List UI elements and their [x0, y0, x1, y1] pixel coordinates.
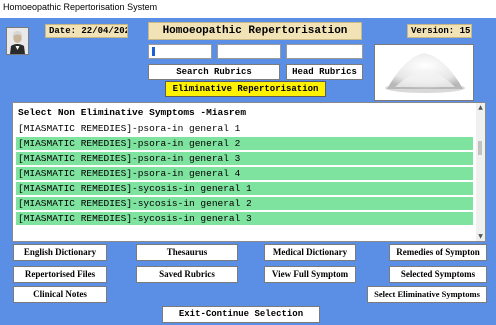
title-bar: Homoeopathic Repertorisation System	[0, 0, 496, 18]
text-cursor	[152, 47, 155, 56]
english-dictionary-button[interactable]: English Dictionary	[13, 244, 107, 261]
window-title: Homoeopathic Repertorisation System	[3, 2, 158, 12]
search-rubrics-button[interactable]: Search Rubrics	[148, 64, 280, 80]
select-eliminative-symptoms-button[interactable]: Select Eliminative Symptoms	[367, 286, 487, 303]
date-label: Date: 22/04/2025	[45, 24, 128, 38]
list-header: Select Non Eliminative Symptoms -Miasrem	[18, 107, 247, 118]
version-label: Version: 15	[407, 24, 472, 38]
rubric-search-input[interactable]	[148, 44, 212, 59]
symptom-list[interactable]: Select Non Eliminative Symptoms -Miasrem…	[12, 102, 486, 242]
selected-symptoms-button[interactable]: Selected Symptoms	[389, 266, 487, 283]
scroll-down-icon[interactable]: ▼	[476, 232, 485, 241]
medical-dictionary-button[interactable]: Medical Dictionary	[264, 244, 356, 261]
app-window: Homoeopathic Repertorisation System Date…	[0, 0, 496, 325]
list-item[interactable]: [MIASMATIC REMEDIES]-sycosis-in general …	[16, 197, 473, 210]
scroll-thumb[interactable]	[478, 141, 482, 155]
medicine-powder-image	[374, 44, 474, 101]
clinical-notes-button[interactable]: Clinical Notes	[13, 286, 107, 303]
head-rubrics-button[interactable]: Head Rubrics	[286, 64, 363, 80]
saved-rubrics-button[interactable]: Saved Rubrics	[136, 266, 238, 283]
list-item[interactable]: [MIASMATIC REMEDIES]-sycosis-in general …	[16, 212, 473, 225]
list-item[interactable]: [MIASMATIC REMEDIES]-psora-in general 4	[16, 167, 473, 180]
repertorised-files-button[interactable]: Repertorised Files	[13, 266, 107, 283]
thesaurus-button[interactable]: Thesaurus	[136, 244, 238, 261]
remedies-of-sympton-button[interactable]: Remedies of Sympton	[389, 244, 487, 261]
hahnemann-portrait-image	[6, 27, 29, 55]
exit-continue-selection-button[interactable]: Exit-Continue Selection	[162, 306, 320, 323]
scroll-up-icon[interactable]: ▲	[476, 103, 485, 112]
main-panel: Date: 22/04/2025 Homoeopathic Repertoris…	[0, 18, 496, 325]
view-full-symptom-button[interactable]: View Full Symptom	[264, 266, 356, 283]
eliminative-repertorisation-button[interactable]: Eliminative Repertorisation	[165, 81, 326, 97]
list-item[interactable]: [MIASMATIC REMEDIES]-psora-in general 1	[16, 122, 473, 135]
list-item[interactable]: [MIASMATIC REMEDIES]-psora-in general 3	[16, 152, 473, 165]
list-scrollbar[interactable]: ▲ ▼	[476, 103, 485, 241]
list-item[interactable]: [MIASMATIC REMEDIES]-sycosis-in general …	[16, 182, 473, 195]
app-title: Homoeopathic Repertorisation	[148, 22, 362, 40]
search-input-2[interactable]	[217, 44, 281, 59]
search-input-3[interactable]	[286, 44, 363, 59]
list-item[interactable]: [MIASMATIC REMEDIES]-psora-in general 2	[16, 137, 473, 150]
